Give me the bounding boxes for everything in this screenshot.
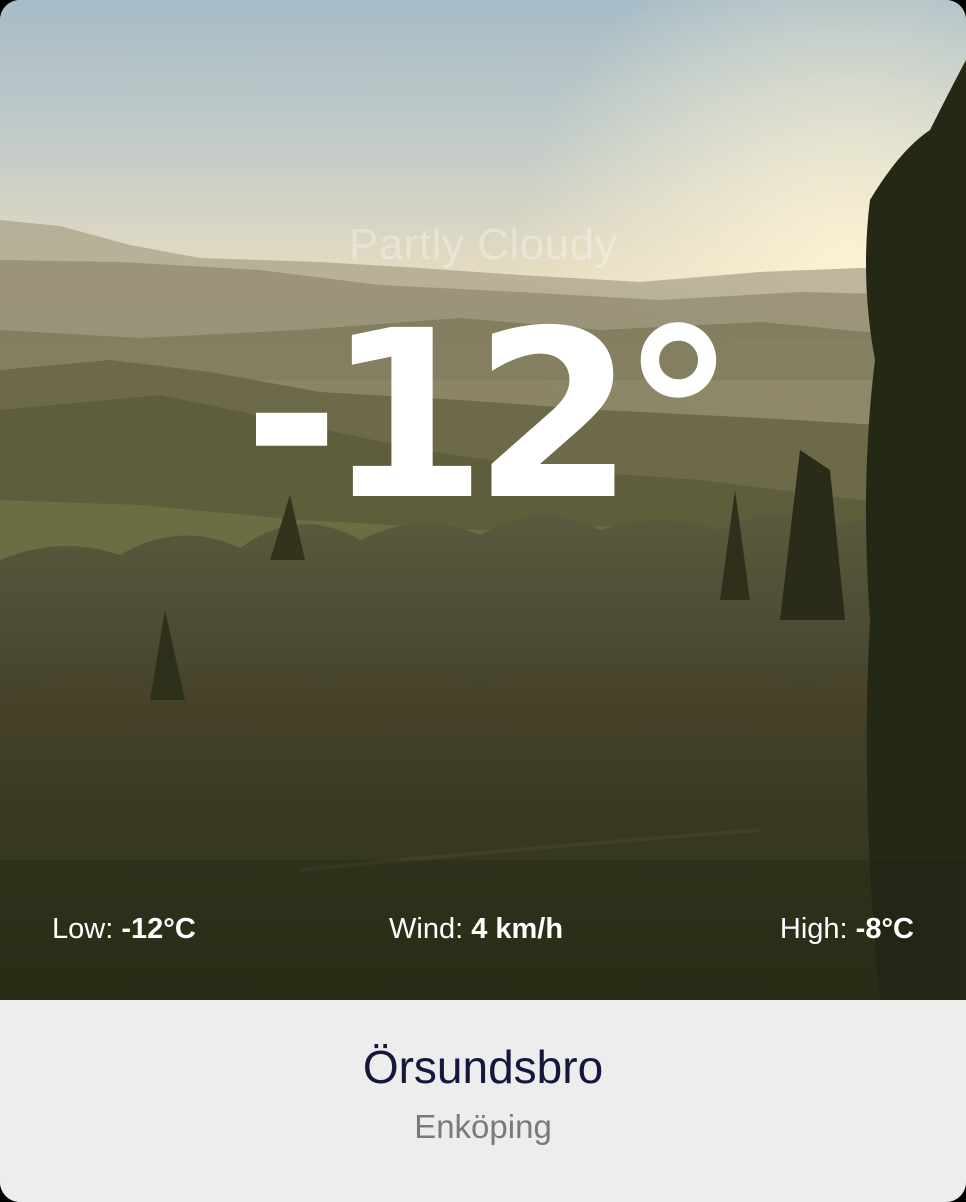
wind-value: 4 km/h	[471, 913, 564, 945]
low-temperature: Low: -12°C	[52, 913, 196, 946]
weather-condition: Partly Cloudy	[348, 220, 618, 269]
region-name: Enköping	[414, 1108, 552, 1145]
wind-speed: Wind: 4 km/h	[389, 913, 563, 946]
low-value: -12°C	[121, 913, 196, 945]
location-footer: Örsundsbro Enköping	[0, 1000, 966, 1202]
weather-background-image: Partly Cloudy -12° Low: -12°C Wind: 4 km…	[0, 0, 966, 1000]
city-name: Örsundsbro	[362, 1041, 604, 1093]
high-value: -8°C	[855, 913, 914, 945]
weather-card[interactable]: Partly Cloudy -12° Low: -12°C Wind: 4 km…	[0, 0, 966, 1202]
wind-label: Wind:	[389, 913, 472, 945]
current-temperature: -12°	[243, 281, 736, 551]
low-label: Low:	[52, 913, 122, 945]
high-temperature: High: -8°C	[780, 913, 914, 946]
high-label: High:	[779, 913, 856, 945]
